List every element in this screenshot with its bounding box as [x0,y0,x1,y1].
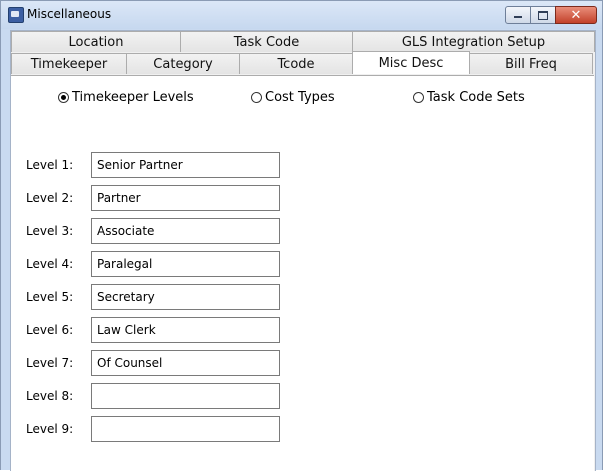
radio-unchecked-icon [413,92,424,103]
level-row: Level 5: [11,284,311,310]
maximize-icon [538,10,548,20]
window-title: Miscellaneous [27,7,112,21]
misc-desc-panel: Timekeeper Levels Cost Types Task Code S… [11,75,594,471]
level-row: Level 3: [11,218,311,244]
radio-unchecked-icon [251,92,262,103]
miscellaneous-window: Miscellaneous ✕ Location Task Code GLS I… [0,0,603,471]
level-row: Level 1: [11,152,311,178]
level-row: Level 2: [11,185,311,211]
task-code-sets-label: Task Code Sets [427,90,525,105]
level-label: Level 5: [26,290,74,304]
level-5-input[interactable] [91,284,280,310]
level-6-input[interactable] [91,317,280,343]
level-row: Level 9: [11,416,311,442]
level-row: Level 8: [11,383,311,409]
tab-bill-freq[interactable]: Bill Freq [469,53,593,74]
level-label: Level 8: [26,389,74,403]
tab-tcode[interactable]: Tcode [239,53,353,74]
timekeeper-levels-radio[interactable]: Timekeeper Levels [58,90,194,105]
level-9-input[interactable] [91,416,280,442]
level-label: Level 2: [26,191,74,205]
tab-row-top: Location Task Code GLS Integration Setup [11,31,595,53]
level-7-input[interactable] [91,350,280,376]
level-row: Level 4: [11,251,311,277]
tab-row-bottom: Timekeeper Category Tcode Misc Desc Bill… [11,51,593,75]
minimize-icon [514,16,522,18]
level-4-input[interactable] [91,251,280,277]
tab-category[interactable]: Category [126,53,240,74]
radio-checked-icon [58,92,69,103]
level-label: Level 1: [26,158,74,172]
level-1-input[interactable] [91,152,280,178]
level-type-radio-group: Timekeeper Levels Cost Types Task Code S… [11,90,594,108]
tab-misc-desc[interactable]: Misc Desc [352,51,470,74]
level-label: Level 6: [26,323,74,337]
level-3-input[interactable] [91,218,280,244]
cost-types-label: Cost Types [265,90,335,105]
title-bar[interactable]: Miscellaneous ✕ [1,1,602,29]
tab-control: Location Task Code GLS Integration Setup… [10,30,596,471]
level-label: Level 4: [26,257,74,271]
level-2-input[interactable] [91,185,280,211]
tab-task-code[interactable]: Task Code [180,31,353,52]
tab-location[interactable]: Location [11,31,181,52]
level-row: Level 7: [11,350,311,376]
app-icon[interactable] [8,7,24,23]
level-label: Level 9: [26,422,74,436]
level-label: Level 3: [26,224,74,238]
minimize-button[interactable] [505,6,531,24]
maximize-button[interactable] [530,6,556,24]
tab-gls-integration-setup[interactable]: GLS Integration Setup [352,31,595,52]
tab-timekeeper[interactable]: Timekeeper [11,53,127,74]
level-8-input[interactable] [91,383,280,409]
cost-types-radio[interactable]: Cost Types [251,90,335,105]
task-code-sets-radio[interactable]: Task Code Sets [413,90,525,105]
close-button[interactable]: ✕ [555,6,597,24]
level-label: Level 7: [26,356,74,370]
close-icon: ✕ [570,7,582,23]
timekeeper-levels-label: Timekeeper Levels [72,90,194,105]
level-row: Level 6: [11,317,311,343]
